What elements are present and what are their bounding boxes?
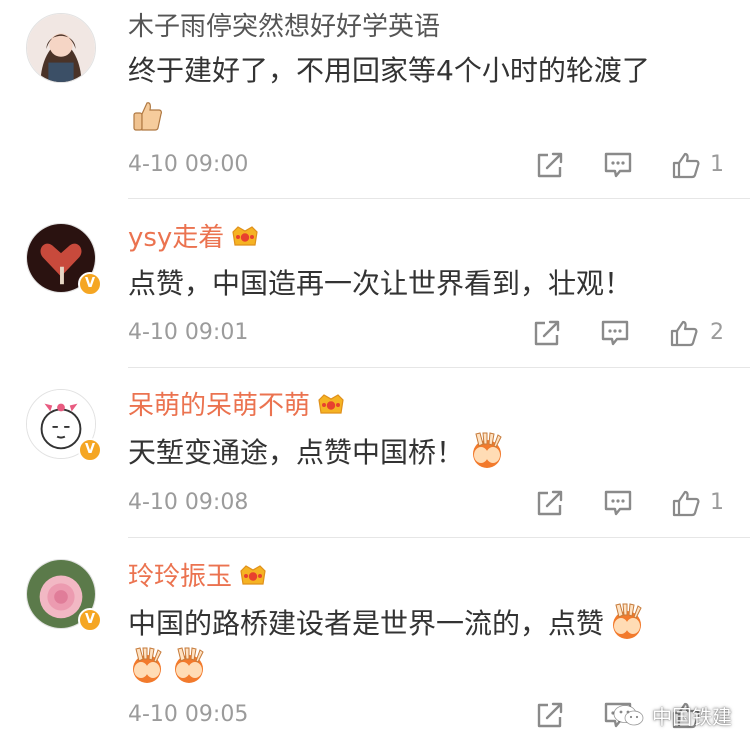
verified-badge: V bbox=[78, 608, 102, 632]
thumbs-up-icon[interactable] bbox=[671, 488, 701, 518]
comment-text: 天堑变通途，点赞中国桥！ bbox=[128, 431, 506, 474]
comment-text-content: 终于建好了，不用回家等4个小时的轮渡了 bbox=[128, 54, 650, 87]
verified-badge-glyph: V bbox=[84, 442, 96, 457]
comment-text: 终于建好了，不用回家等4个小时的轮渡了 bbox=[128, 50, 650, 92]
username-text[interactable]: 玲玲振玉 bbox=[128, 562, 232, 592]
thumbs-up-emoji bbox=[128, 96, 166, 134]
watermark-text: 中国铁建 bbox=[652, 704, 732, 729]
comment-text: 点赞，中国造再一次让世界看到，壮观！ bbox=[128, 267, 633, 300]
share-icon[interactable] bbox=[535, 488, 565, 518]
crown-badge-icon bbox=[316, 391, 346, 417]
like-count: 1 bbox=[710, 490, 724, 515]
username-text[interactable]: ysy走着 bbox=[128, 223, 224, 253]
timestamp: 4-10 09:08 bbox=[128, 490, 249, 515]
comment-icon[interactable] bbox=[600, 318, 630, 348]
verified-badge: V bbox=[78, 272, 102, 296]
thumbs-up-icon[interactable] bbox=[669, 318, 699, 348]
verified-badge: V bbox=[78, 438, 102, 462]
divider bbox=[128, 537, 750, 538]
emoji-row bbox=[128, 646, 208, 689]
comment-text: 中国的路桥建设者是世界一流的，点赞 bbox=[128, 602, 646, 645]
share-icon[interactable] bbox=[535, 150, 565, 180]
divider bbox=[128, 198, 750, 199]
crown-badge-icon bbox=[238, 562, 268, 588]
share-icon[interactable] bbox=[535, 700, 565, 730]
crown-badge-icon bbox=[230, 223, 260, 249]
clap-hands-emoji bbox=[468, 431, 506, 469]
timestamp: 4-10 09:01 bbox=[128, 320, 249, 345]
avatar[interactable] bbox=[26, 13, 96, 83]
username-text[interactable]: 呆萌的呆萌不萌 bbox=[128, 391, 310, 421]
comment-icon[interactable] bbox=[603, 150, 633, 180]
username[interactable]: ysy走着 bbox=[128, 222, 260, 254]
watermark: 中国铁建 bbox=[612, 700, 732, 730]
clap-hands-emoji bbox=[608, 602, 646, 640]
clap-hands-emoji bbox=[170, 646, 208, 684]
timestamp: 4-10 09:05 bbox=[128, 702, 249, 727]
username[interactable]: 呆萌的呆萌不萌 bbox=[128, 390, 346, 422]
thumbs-up-icon[interactable] bbox=[671, 150, 701, 180]
username[interactable]: 木子雨停突然想好好学英语 bbox=[128, 11, 440, 43]
comment-text-content: 天堑变通途，点赞中国桥！ bbox=[128, 436, 465, 469]
timestamp: 4-10 09:00 bbox=[128, 152, 249, 177]
share-icon[interactable] bbox=[532, 318, 562, 348]
username[interactable]: 玲玲振玉 bbox=[128, 561, 268, 593]
comment-icon[interactable] bbox=[603, 488, 633, 518]
clap-hands-emoji bbox=[128, 646, 166, 684]
verified-badge-glyph: V bbox=[84, 612, 96, 627]
verified-badge-glyph: V bbox=[84, 276, 96, 291]
comment-text-content: 中国的路桥建设者是世界一流的，点赞 bbox=[128, 607, 605, 640]
like-count: 1 bbox=[710, 152, 724, 177]
divider bbox=[128, 367, 750, 368]
wechat-icon bbox=[613, 705, 644, 726]
like-count: 2 bbox=[710, 320, 724, 345]
